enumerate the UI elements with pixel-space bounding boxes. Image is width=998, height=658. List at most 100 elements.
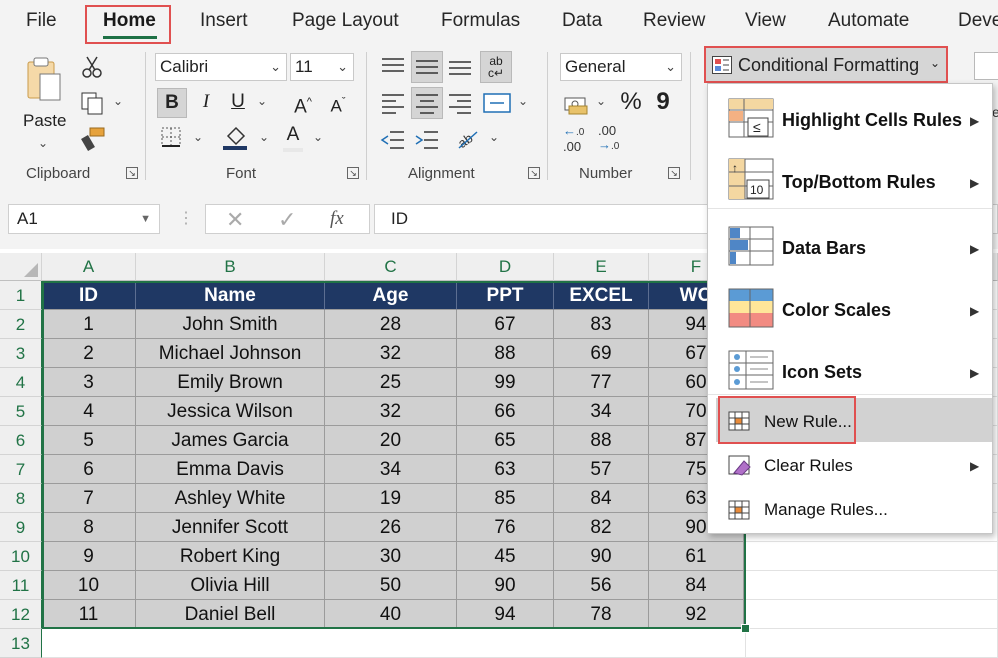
menu-item-icon-sets[interactable]: Icon Sets ▶ bbox=[708, 338, 992, 400]
cell-ppt[interactable]: 94 bbox=[457, 600, 554, 629]
cell-age[interactable]: 32 bbox=[325, 339, 457, 368]
cancel-icon[interactable]: ✕ bbox=[226, 207, 244, 233]
menu-item-clear-rules[interactable]: Clear Rules ▶ bbox=[708, 444, 992, 488]
orientation-caret[interactable]: ⌄ bbox=[489, 130, 499, 144]
cell-ppt[interactable]: 99 bbox=[457, 368, 554, 397]
row-header-10[interactable]: 10 bbox=[0, 542, 42, 571]
cell-id[interactable]: 6 bbox=[42, 455, 136, 484]
align-top-icon[interactable] bbox=[380, 56, 406, 78]
column-header-d[interactable]: D bbox=[457, 253, 554, 281]
row-header-11[interactable]: 11 bbox=[0, 571, 42, 600]
header-cell-ppt[interactable]: PPT bbox=[457, 281, 554, 310]
menu-item-data-bars[interactable]: Data Bars ▶ bbox=[708, 214, 992, 276]
cell-excel[interactable]: 34 bbox=[554, 397, 649, 426]
cell-name[interactable]: Jennifer Scott bbox=[136, 513, 325, 542]
font-launcher-icon[interactable]: ↘ bbox=[347, 167, 359, 179]
merge-center-icon[interactable] bbox=[482, 91, 512, 115]
clipboard-launcher-icon[interactable]: ↘ bbox=[126, 167, 138, 179]
cut-icon[interactable] bbox=[80, 54, 104, 78]
menu-item-manage-rules[interactable]: Manage Rules... bbox=[708, 488, 992, 532]
cell-excel[interactable]: 82 bbox=[554, 513, 649, 542]
row-header-12[interactable]: 12 bbox=[0, 600, 42, 629]
cell-age[interactable]: 26 bbox=[325, 513, 457, 542]
cell-excel[interactable]: 69 bbox=[554, 339, 649, 368]
decrease-decimal-button[interactable]: .00 →.0 bbox=[598, 124, 628, 154]
tab-review[interactable]: Review bbox=[643, 10, 705, 32]
cell-ppt[interactable]: 90 bbox=[457, 571, 554, 600]
enter-check-icon[interactable]: ✓ bbox=[278, 207, 296, 233]
comma-style-button[interactable]: 9 bbox=[653, 87, 673, 117]
tab-view[interactable]: View bbox=[745, 10, 786, 32]
cell-id[interactable]: 1 bbox=[42, 310, 136, 339]
align-bottom-icon[interactable] bbox=[447, 56, 473, 78]
cell-wo[interactable]: 84 bbox=[649, 571, 744, 600]
cell-id[interactable]: 7 bbox=[42, 484, 136, 513]
cell-name[interactable]: Emma Davis bbox=[136, 455, 325, 484]
select-all-corner[interactable] bbox=[0, 253, 42, 281]
column-header-b[interactable]: B bbox=[136, 253, 325, 281]
font-name-combo[interactable]: Calibri ⌄ bbox=[155, 53, 287, 81]
tab-automate[interactable]: Automate bbox=[828, 10, 909, 32]
cell-wo[interactable]: 92 bbox=[649, 600, 744, 629]
cell-excel[interactable]: 78 bbox=[554, 600, 649, 629]
row-header-7[interactable]: 7 bbox=[0, 455, 42, 484]
row-header-8[interactable]: 8 bbox=[0, 484, 42, 513]
cell-ppt[interactable]: 66 bbox=[457, 397, 554, 426]
cell-wo[interactable]: 61 bbox=[649, 542, 744, 571]
wrap-text-icon[interactable]: ab c↵ bbox=[480, 51, 512, 83]
align-right-icon[interactable] bbox=[447, 92, 473, 116]
cell-name[interactable]: Olivia Hill bbox=[136, 571, 325, 600]
bold-button[interactable]: B bbox=[157, 88, 187, 118]
grow-font-button[interactable]: A^ bbox=[290, 88, 316, 118]
header-cell-age[interactable]: Age bbox=[325, 281, 457, 310]
tab-insert[interactable]: Insert bbox=[200, 10, 248, 32]
header-cell-id[interactable]: ID bbox=[42, 281, 136, 310]
cell-ppt[interactable]: 45 bbox=[457, 542, 554, 571]
format-as-table-icon[interactable] bbox=[974, 52, 998, 80]
merge-caret[interactable]: ⌄ bbox=[518, 94, 528, 108]
number-format-combo[interactable]: General ⌄ bbox=[560, 53, 682, 81]
row-header-1[interactable]: 1 bbox=[0, 281, 42, 310]
row-header-3[interactable]: 3 bbox=[0, 339, 42, 368]
increase-indent-icon[interactable] bbox=[414, 128, 440, 152]
empty-cell[interactable] bbox=[746, 600, 998, 629]
cell-id[interactable]: 11 bbox=[42, 600, 136, 629]
increase-decimal-button[interactable]: ←.0.00 bbox=[563, 124, 593, 154]
tab-page-layout[interactable]: Page Layout bbox=[292, 10, 399, 32]
cell-id[interactable]: 10 bbox=[42, 571, 136, 600]
cell-excel[interactable]: 57 bbox=[554, 455, 649, 484]
empty-cell[interactable] bbox=[746, 629, 998, 658]
header-cell-excel[interactable]: EXCEL bbox=[554, 281, 649, 310]
cell-id[interactable]: 4 bbox=[42, 397, 136, 426]
borders-icon[interactable] bbox=[160, 126, 182, 148]
fill-color-icon[interactable] bbox=[223, 124, 249, 152]
empty-cell[interactable] bbox=[746, 571, 998, 600]
cell-age[interactable]: 32 bbox=[325, 397, 457, 426]
cell-name[interactable]: Jessica Wilson bbox=[136, 397, 325, 426]
row-header-5[interactable]: 5 bbox=[0, 397, 42, 426]
drag-handle-icon[interactable]: ⋮ bbox=[178, 208, 194, 228]
cell-ppt[interactable]: 76 bbox=[457, 513, 554, 542]
cell-id[interactable]: 3 bbox=[42, 368, 136, 397]
cell-excel[interactable]: 88 bbox=[554, 426, 649, 455]
conditional-formatting-button[interactable]: Conditional Formatting ⌄ bbox=[704, 46, 948, 83]
cell-name[interactable]: Michael Johnson bbox=[136, 339, 325, 368]
align-middle-button[interactable] bbox=[411, 51, 443, 83]
italic-button[interactable]: I bbox=[193, 88, 219, 118]
header-cell-name[interactable]: Name bbox=[136, 281, 325, 310]
cell-name[interactable]: James Garcia bbox=[136, 426, 325, 455]
cell-id[interactable]: 8 bbox=[42, 513, 136, 542]
column-header-a[interactable]: A bbox=[42, 253, 136, 281]
shrink-font-button[interactable]: Aˇ bbox=[325, 88, 351, 118]
cell-excel[interactable]: 77 bbox=[554, 368, 649, 397]
row-header-2[interactable]: 2 bbox=[0, 310, 42, 339]
menu-item-color-scales[interactable]: Color Scales ▶ bbox=[708, 276, 992, 338]
menu-item-highlight-cells-rules[interactable]: ≤ Highlight Cells Rules ▶ bbox=[708, 88, 992, 150]
cell-age[interactable]: 19 bbox=[325, 484, 457, 513]
cell-name[interactable]: Ashley White bbox=[136, 484, 325, 513]
cell-ppt[interactable]: 88 bbox=[457, 339, 554, 368]
row-header-9[interactable]: 9 bbox=[0, 513, 42, 542]
underline-caret[interactable]: ⌄ bbox=[257, 94, 267, 108]
menu-item-top-bottom-rules[interactable]: ↑ 10 Top/Bottom Rules ▶ bbox=[708, 150, 992, 212]
cell-age[interactable]: 20 bbox=[325, 426, 457, 455]
